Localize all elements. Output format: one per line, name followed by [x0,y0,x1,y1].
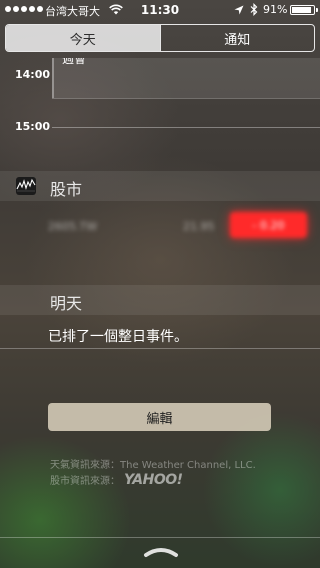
hour-label: 14:00 [15,68,51,81]
stocks-section-header: 股市 [0,171,320,201]
bottom-divider [0,537,320,538]
stocks-section-title: 股市 [50,180,83,199]
hour-divider [52,127,320,128]
calendar-event-title: 週會 [62,58,87,66]
battery-percent: 91% [263,3,288,16]
stocks-source-label: 股市資訊來源： [50,476,120,487]
battery-level-fill [292,7,311,13]
stock-symbol: 2605.TW [48,220,98,233]
location-icon [234,5,244,15]
battery-icon [290,5,318,15]
hour-label: 15:00 [15,120,51,133]
stocks-source-line: 股市資訊來源： YAHOO! [50,472,183,488]
bluetooth-icon [250,3,258,16]
weather-source-text: 天氣資訊來源：The Weather Channel, LLC. [50,460,256,471]
hour-row-15: 15:00 [0,120,320,136]
tab-notifications[interactable]: 通知 [159,25,315,51]
section-divider [0,348,320,349]
view-segmented-control: 今天 通知 [5,24,315,52]
tomorrow-section-title: 明天 [50,294,83,313]
stock-price: 21.95 [183,220,215,233]
chevron-up-grabber-icon[interactable] [143,544,179,558]
tab-today[interactable]: 今天 [6,25,160,51]
tomorrow-section-header: 明天 [0,285,320,315]
stocks-app-icon [16,177,36,195]
event-bottom-line [52,98,320,99]
yahoo-logo[interactable]: YAHOO! [124,472,183,488]
hour-row-14: 14:00 [0,68,320,84]
edit-button[interactable]: 編輯 [48,403,271,431]
tomorrow-summary: 已排了一個整日事件。 [48,329,188,345]
status-bar: 台湾大哥大 11:30 91% [0,0,320,20]
calendar-timeline[interactable]: 週會 14:00 15:00 [0,58,320,168]
stock-row[interactable]: 2605.TW 21.95 - 0.20 [0,208,320,248]
stock-change-badge[interactable]: - 0.20 [230,212,307,238]
